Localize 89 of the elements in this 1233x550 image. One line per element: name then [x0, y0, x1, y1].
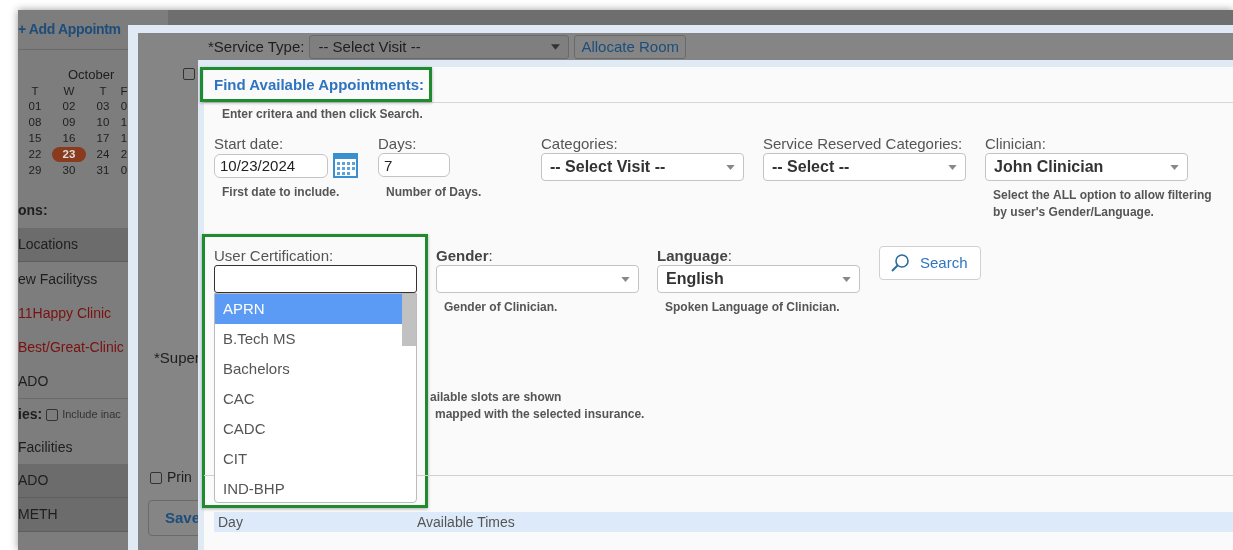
location-item[interactable]: 11Happy Clinic: [18, 296, 128, 330]
field-label: Days:: [378, 134, 418, 153]
field-label: *Service Type:: [208, 36, 305, 57]
location-item[interactable]: ew Facilityss: [18, 262, 128, 296]
scrollbar-thumb[interactable]: [402, 294, 416, 346]
calendar-day[interactable]: 09: [52, 115, 86, 130]
field-label: Gender:: [436, 246, 494, 265]
help-text: Gender of Clinician.: [443, 299, 559, 316]
checkbox[interactable]: [183, 68, 195, 80]
calendar-day[interactable]: 01: [18, 99, 52, 114]
help-text: Spoken Language of Clinician.: [664, 299, 841, 316]
calendar-month: October: [67, 66, 116, 83]
allocate-room-button[interactable]: Allocate Room: [574, 35, 686, 59]
location-item[interactable]: Best/Great-Clinic: [18, 330, 128, 364]
help-text: Select the ALL option to allow filtering by user's Gender/Language.: [992, 187, 1213, 221]
calendar-day[interactable]: 31: [86, 163, 120, 178]
calendar-day[interactable]: 24: [86, 147, 120, 162]
select-field[interactable]: -- Select Visit --: [541, 153, 744, 181]
field-label: Language:: [657, 246, 733, 265]
list-option[interactable]: APRN: [215, 294, 404, 324]
checkbox[interactable]: [46, 408, 59, 421]
field-label: Start date:: [214, 134, 285, 153]
select-field[interactable]: [436, 265, 639, 293]
field-label: Service Reserved Categories:: [763, 134, 964, 153]
dialog-title: Find Available Appointments:: [214, 75, 424, 96]
field-label: Clinician:: [985, 134, 1047, 153]
instruction-text: Enter critera and then click Search.: [221, 106, 424, 123]
calendar-day[interactable]: 29: [18, 163, 52, 178]
list-option[interactable]: B.Tech MS: [215, 324, 404, 354]
dropdown-list[interactable]: APRN B.Tech MS Bachelors CAC CADC CIT IND-BHP: [214, 293, 417, 503]
calendar-icon[interactable]: [333, 153, 358, 178]
calendar-day[interactable]: 30: [52, 163, 86, 178]
column-header: Available Times: [417, 512, 515, 532]
select-field[interactable]: English: [657, 265, 860, 293]
field-label: Categories:: [541, 134, 619, 153]
calendar-day[interactable]: 2: [120, 147, 128, 162]
note-text: ailable slots are shown: [430, 389, 563, 406]
help-text: Number of Days.: [385, 183, 483, 201]
location-item[interactable]: ADO: [18, 364, 128, 398]
note-text: mapped with the selected insurance.: [434, 406, 645, 423]
location-item[interactable]: ADO: [18, 464, 128, 498]
calendar-day[interactable]: 08: [18, 115, 52, 130]
weekday-label: F: [120, 84, 128, 98]
add-appointment-link[interactable]: + Add Appointm: [18, 19, 121, 40]
caret-icon: [842, 276, 851, 282]
location-item[interactable]: METH: [18, 498, 128, 532]
number-field[interactable]: 7: [378, 153, 450, 177]
select-field[interactable]: -- Select --: [763, 153, 966, 181]
search-button[interactable]: Search: [879, 246, 981, 280]
calendar-day[interactable]: 02: [52, 99, 86, 114]
input-field[interactable]: [214, 265, 417, 293]
calendar-day[interactable]: 16: [52, 131, 86, 146]
search-icon: [890, 253, 910, 273]
caret-icon: [551, 44, 561, 50]
calendar-day[interactable]: 0: [120, 163, 128, 178]
help-text: First date to include.: [221, 184, 341, 201]
field-label: User Certification:: [214, 246, 335, 265]
calendar-day[interactable]: 17: [86, 131, 120, 146]
calendar-day[interactable]: 1: [120, 131, 128, 146]
calendar-day[interactable]: 1: [120, 115, 128, 130]
weekday-label: W: [62, 84, 76, 98]
location-item[interactable]: Facilities: [18, 430, 128, 464]
caret-icon: [621, 276, 630, 282]
list-option[interactable]: CIT: [215, 444, 404, 474]
caret-icon: [726, 164, 735, 170]
calendar-day[interactable]: 10: [86, 115, 120, 130]
calendar-day[interactable]: 23: [52, 147, 86, 162]
field-label: *Super: [154, 348, 200, 368]
section-label: ies:: [18, 405, 43, 424]
calendar-day[interactable]: 0: [120, 99, 128, 114]
caret-icon: [948, 164, 957, 170]
calendar-day[interactable]: 03: [86, 99, 120, 114]
checkbox[interactable]: [150, 471, 162, 484]
caret-icon: [1170, 164, 1179, 170]
list-option[interactable]: CADC: [215, 414, 404, 444]
select-field[interactable]: -- Select Visit --: [309, 35, 570, 59]
select-field[interactable]: John Clinician: [985, 153, 1188, 181]
calendar-day[interactable]: 15: [18, 131, 52, 146]
location-item[interactable]: Locations: [18, 228, 128, 262]
section-label: ons:: [18, 201, 48, 220]
list-option[interactable]: Bachelors: [215, 354, 404, 384]
checkbox-label: Include inac: [62, 407, 121, 423]
calendar-day[interactable]: 22: [18, 147, 52, 162]
checkbox-label: Prin: [167, 468, 192, 487]
weekday-label: T: [98, 84, 108, 98]
weekday-label: T: [30, 84, 40, 98]
date-field[interactable]: 10/23/2024: [214, 153, 328, 178]
list-option[interactable]: CAC: [215, 384, 404, 414]
list-option[interactable]: IND-BHP: [215, 474, 404, 502]
